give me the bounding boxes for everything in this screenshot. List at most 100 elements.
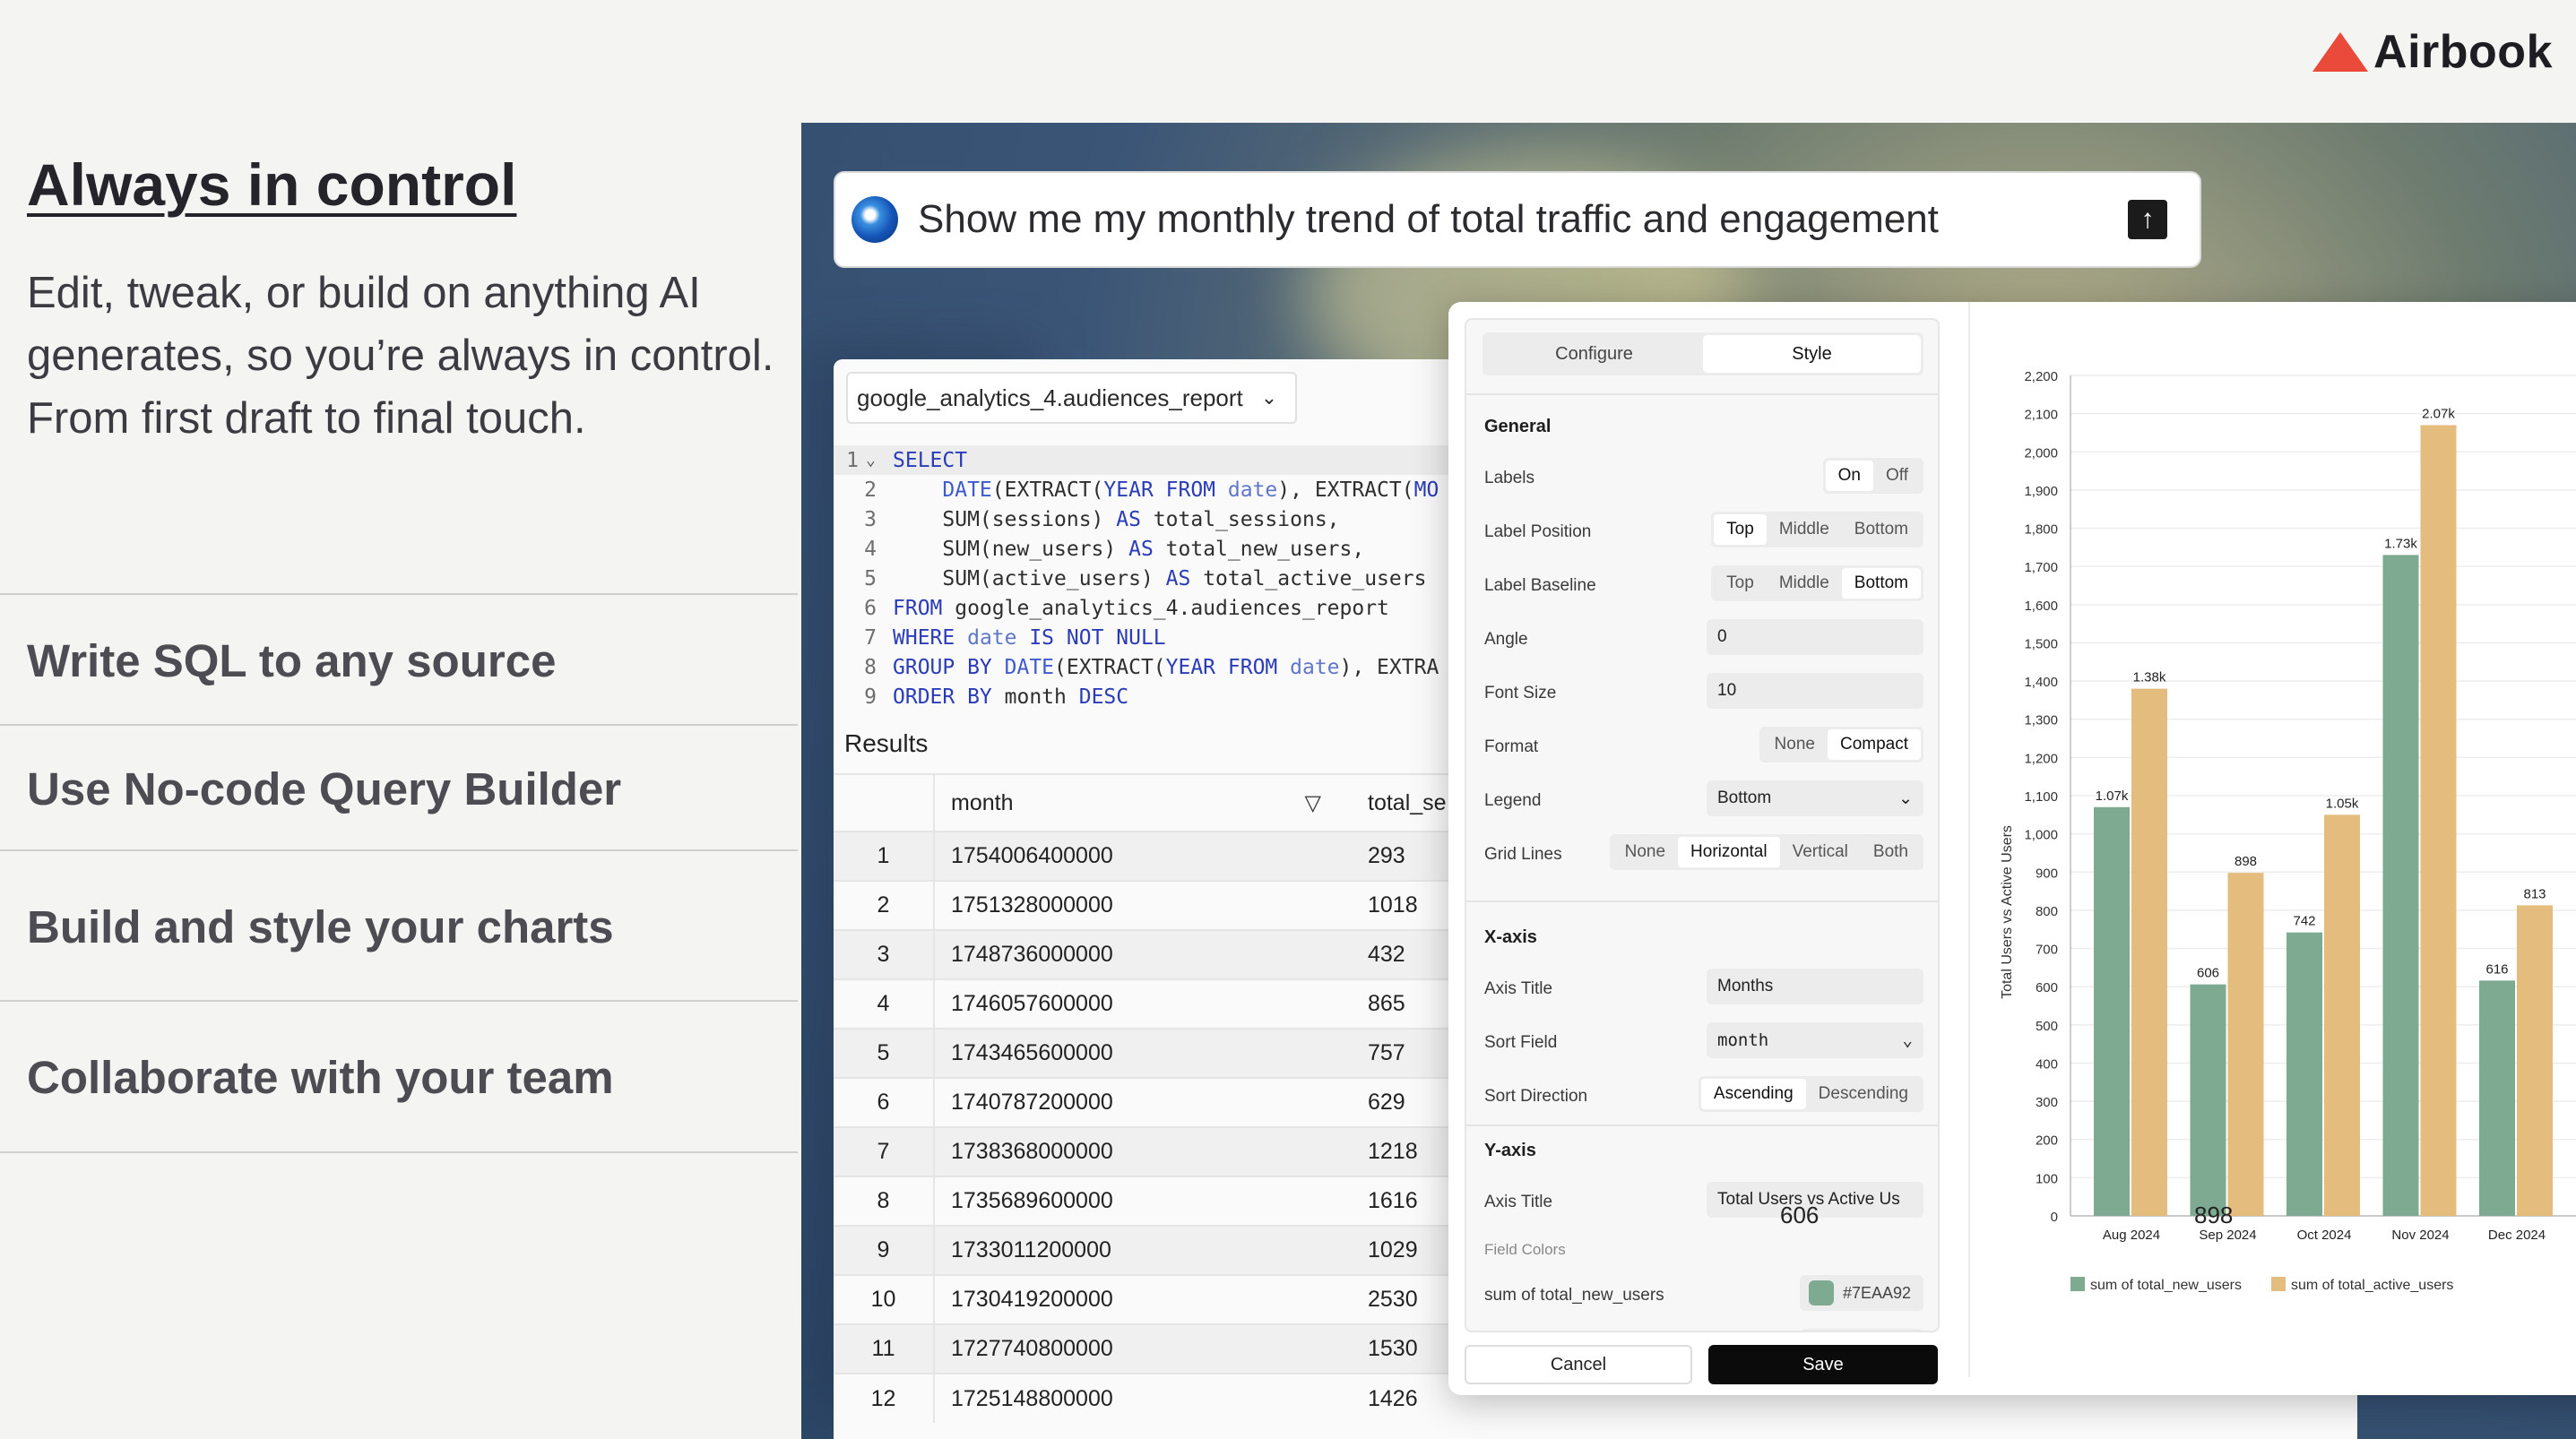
font-size-input[interactable]: 10 xyxy=(1707,673,1923,709)
tab-style[interactable]: Style xyxy=(1703,335,1921,373)
field-color-picker[interactable]: #7EAA92 xyxy=(1800,1275,1923,1311)
code-token: WHERE xyxy=(893,625,968,650)
prompt-input[interactable]: Show me my monthly trend of total traffi… xyxy=(918,197,2128,242)
bar xyxy=(2286,932,2322,1216)
code-token: month xyxy=(991,685,1079,709)
y-tick-label: 1,500 xyxy=(2024,636,2058,651)
font-size-label: Font Size xyxy=(1484,684,1557,702)
general-section: General Labels On Off Label Position Top… xyxy=(1466,393,1938,938)
feature-charts[interactable]: Build and style your charts xyxy=(0,849,798,1002)
grid-none[interactable]: None xyxy=(1612,837,1678,867)
filter-icon[interactable]: ▽ xyxy=(1305,790,1321,816)
row-number-header xyxy=(834,773,935,832)
label-position-middle[interactable]: Middle xyxy=(1767,514,1842,545)
tab-configure[interactable]: Configure xyxy=(1485,335,1703,373)
data-label: 606 xyxy=(2197,966,2219,981)
code-text: SUM(new_users) AS total_new_users, xyxy=(884,538,1364,561)
code-token: total_sessions, xyxy=(1140,507,1340,531)
chart-preview: 0 100 200 300 400 500 600 700 800 900 1,000 1,100 1,… xyxy=(1968,302,2576,1377)
code-token: DESC xyxy=(1078,685,1129,709)
dataset-select[interactable]: google_analytics_4.audiences_report ⌄ xyxy=(846,372,1298,424)
table-cell: 1754006400000 xyxy=(934,831,1346,881)
format-toggle: None Compact xyxy=(1759,727,1923,763)
label-baseline-bottom[interactable]: Bottom xyxy=(1841,568,1921,599)
general-title: General xyxy=(1484,417,1552,436)
code-token: SUM(new_users) xyxy=(893,537,1129,561)
y-tick-label: 500 xyxy=(2036,1019,2058,1034)
x-tick-label: Dec 2024 xyxy=(2488,1228,2546,1243)
line-number: 1 xyxy=(846,448,859,472)
color-swatch xyxy=(1809,1280,1834,1305)
code-token: (EXTRACT( xyxy=(991,478,1104,502)
arrow-up-icon[interactable]: ↑ xyxy=(2128,200,2167,239)
fold-chevron-icon[interactable]: ⌄ xyxy=(866,451,884,470)
sort-field-select[interactable]: month ⌄ xyxy=(1707,1022,1923,1058)
bar xyxy=(2382,555,2419,1216)
code-token: IS NOT NULL xyxy=(1016,625,1166,650)
label-position-label: Label Position xyxy=(1484,522,1592,541)
legend-label: sum of total_active_users xyxy=(2291,1278,2453,1293)
y-tick-label: 1,100 xyxy=(2024,789,2058,805)
y-tick-label: 2,200 xyxy=(2024,369,2058,384)
grid-both[interactable]: Both xyxy=(1861,837,1921,867)
field-color-picker[interactable] xyxy=(1800,1329,1923,1331)
format-compact[interactable]: Compact xyxy=(1827,729,1921,760)
feature-query-builder[interactable]: Use No-code Query Builder xyxy=(0,724,798,851)
code-token: date xyxy=(1227,478,1278,502)
data-label: 1.38k xyxy=(2133,670,2166,685)
grid-vertical[interactable]: Vertical xyxy=(1780,837,1861,867)
feature-write-sql[interactable]: Write SQL to any source xyxy=(0,593,798,726)
format-none[interactable]: None xyxy=(1762,729,1828,760)
code-token: total_new_users, xyxy=(1153,537,1365,561)
code-token: date xyxy=(1290,655,1340,679)
y-axis-title: Total Users vs Active Users xyxy=(2000,825,2015,999)
labels-on-option[interactable]: On xyxy=(1825,461,1873,491)
hero-lead: Edit, tweak, or build on anything AI gen… xyxy=(27,269,774,443)
ai-prompt-bar[interactable]: Show me my monthly trend of total traffi… xyxy=(834,171,2201,268)
label-position-toggle: Top Middle Bottom xyxy=(1711,512,1923,547)
grid-horizontal[interactable]: Horizontal xyxy=(1678,837,1780,867)
code-token: MO xyxy=(1413,478,1439,502)
x-axis-title-input[interactable]: Months xyxy=(1707,969,1923,1004)
hero-headline[interactable]: Always in control xyxy=(27,151,516,219)
angle-value: 0 xyxy=(1717,627,1727,646)
sort-ascending[interactable]: Ascending xyxy=(1700,1079,1806,1109)
code-token: ORDER BY xyxy=(893,685,992,709)
xaxis-title: X-axis xyxy=(1484,927,1537,947)
y-axis-title-label: Axis Title xyxy=(1484,1193,1553,1211)
legend-select[interactable]: Bottom ⌄ xyxy=(1707,780,1923,816)
save-button[interactable]: Save xyxy=(1708,1345,1938,1384)
field-colors-hint: Field Colors xyxy=(1484,1241,1566,1258)
y-tick-label: 700 xyxy=(2036,943,2058,958)
column-header-month[interactable]: month ▽ xyxy=(934,773,1346,832)
label-baseline-middle[interactable]: Middle xyxy=(1767,568,1842,599)
y-tick-label: 200 xyxy=(2036,1133,2058,1149)
cancel-button[interactable]: Cancel xyxy=(1465,1345,1692,1384)
label-position-top[interactable]: Top xyxy=(1714,514,1767,545)
y-tick-label: 900 xyxy=(2036,866,2058,881)
y-tick-label: 1,900 xyxy=(2024,484,2058,499)
data-label: 1.07k xyxy=(2096,788,2129,804)
angle-input[interactable]: 0 xyxy=(1707,619,1923,655)
x-tick-label: Sep 2024 xyxy=(2199,1228,2256,1243)
x-axis-title-label: Axis Title xyxy=(1484,979,1553,998)
column-header-label: month xyxy=(951,789,1014,815)
y-tick-label: 800 xyxy=(2036,904,2058,919)
feature-collaborate[interactable]: Collaborate with your team xyxy=(0,1000,798,1152)
y-tick-label: 100 xyxy=(2036,1171,2058,1186)
row-number: 5 xyxy=(834,1028,935,1078)
app-preview: Show me my monthly trend of total traffi… xyxy=(801,123,2576,1439)
code-token: YEAR FROM xyxy=(1165,655,1291,679)
row-number: 2 xyxy=(834,880,935,930)
label-position-bottom[interactable]: Bottom xyxy=(1842,514,1921,545)
sort-descending[interactable]: Descending xyxy=(1806,1079,1921,1109)
code-text: SUM(active_users) AS total_active_users xyxy=(884,567,1426,590)
line-number: 8 xyxy=(864,655,877,679)
table-cell: 1748736000000 xyxy=(934,929,1346,979)
labels-off-option[interactable]: Off xyxy=(1873,461,1921,491)
label-baseline-top[interactable]: Top xyxy=(1714,568,1767,599)
legend-swatch xyxy=(2271,1277,2286,1291)
row-number: 9 xyxy=(834,1225,935,1275)
y-tick-label: 600 xyxy=(2036,980,2058,995)
legend-label: Legend xyxy=(1484,791,1542,810)
